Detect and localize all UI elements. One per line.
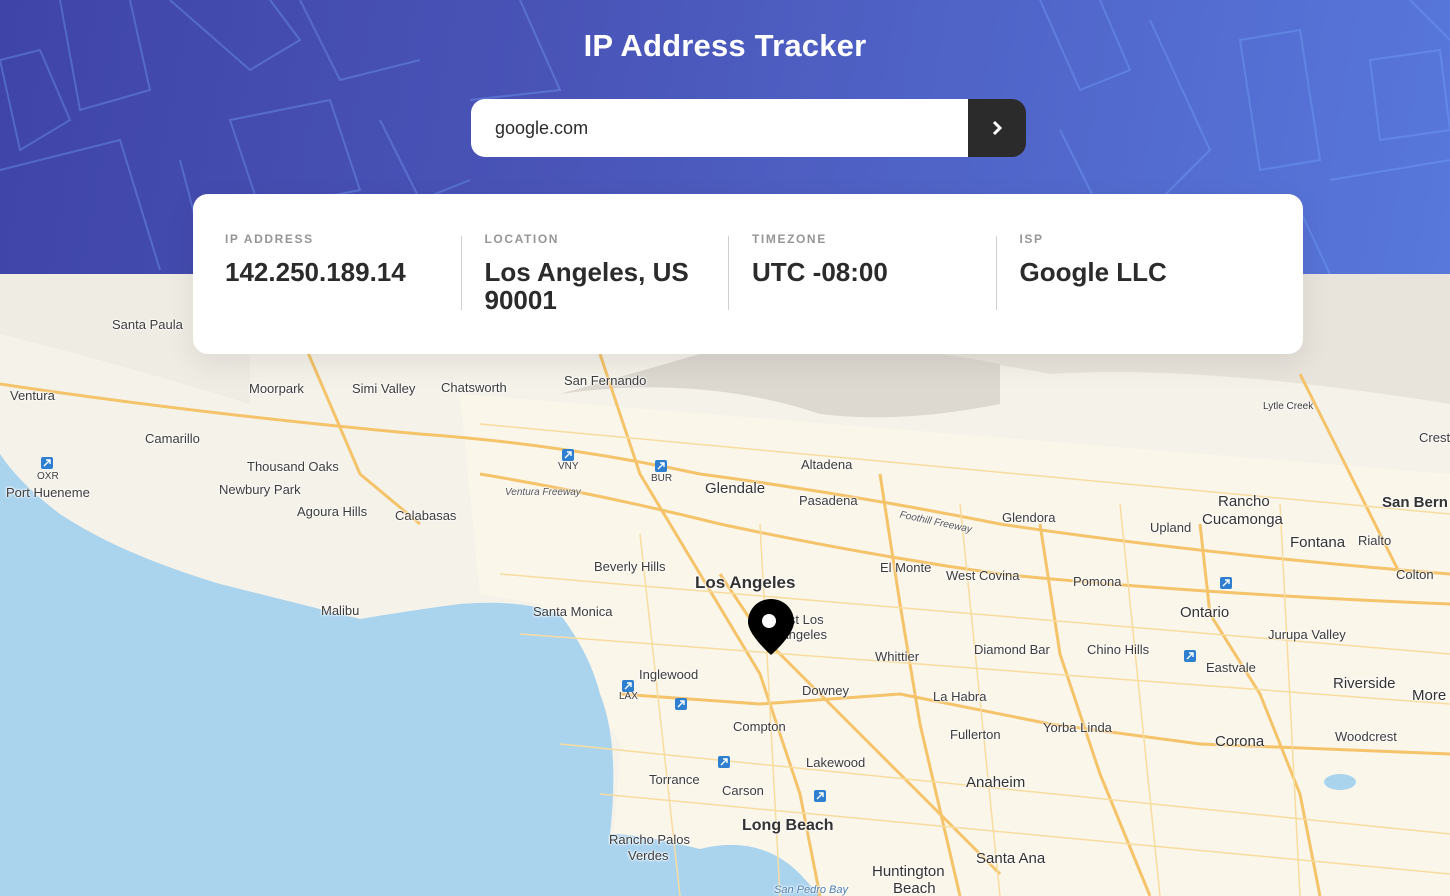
timezone-label: TIMEZONE [752,232,827,246]
map-label: Santa Paula [112,317,183,332]
map-label: Agoura Hills [297,504,368,519]
map-label: Lytle Creek [1263,401,1314,412]
map-label: San Bern [1382,494,1448,511]
map-label: Santa Monica [533,604,613,619]
timezone-section: TIMEZONE UTC -08:00 [728,232,996,354]
map-label: Upland [1150,520,1192,535]
map-label: Corona [1215,733,1265,750]
map-label: Calabasas [395,508,457,523]
page-title: IP Address Tracker [583,28,867,63]
airport-icon [622,680,634,692]
map-label: Altadena [801,457,853,472]
map-label: Downey [802,683,849,698]
search-submit-button[interactable] [968,99,1026,157]
ip-address-value: 142.250.189.14 [225,257,406,287]
map-label: Cucamonga [1202,511,1283,528]
isp-value: Google LLC [1019,257,1167,287]
timezone-value: UTC -08:00 [752,257,888,287]
map-label: Simi Valley [352,381,416,396]
ip-address-label: IP ADDRESS [225,232,314,246]
search-input[interactable] [471,99,968,157]
map-label: Anaheim [966,774,1026,791]
map-label: La Habra [933,689,987,704]
map-label: Colton [1396,567,1434,582]
map-label: Glendora [1002,510,1056,525]
map-label: OXR [37,471,59,482]
map-label: West Covina [946,568,1020,583]
map-label: San Fernando [564,373,647,388]
search-form [471,99,1026,157]
map-label: Riverside [1333,675,1396,692]
map-label: Los Angeles [695,573,796,592]
map-label: VNY [558,461,579,472]
map-label: Rancho Palos [609,832,690,847]
map-label: Malibu [321,603,360,618]
airport-icon [675,698,687,710]
ip-address-section: IP ADDRESS 142.250.189.14 [193,232,461,354]
map-label: Pasadena [799,493,858,508]
map-label: Torrance [649,772,700,787]
map-label: Rialto [1358,533,1392,548]
map-label: Long Beach [742,817,834,834]
map-label: Rancho [1218,493,1270,510]
ip-info-card: IP ADDRESS 142.250.189.14 LOCATION Los A… [193,194,1303,354]
map-label: Lakewood [806,755,866,770]
map-label: Compton [733,719,786,734]
map-label: Carson [722,783,764,798]
map-label: Woodcrest [1335,729,1397,744]
map-label: El Monte [880,560,932,575]
map-label: Inglewood [639,667,699,682]
map-label: Verdes [628,848,669,863]
location-pin-icon[interactable] [748,599,794,655]
map-label: Santa Ana [976,850,1046,867]
location-label: LOCATION [484,232,560,246]
map-label: Fontana [1290,534,1346,551]
map-label: Beach [893,880,936,896]
map-label: Ventura [10,388,55,403]
map-label: Yorba Linda [1043,720,1112,735]
map-label: Diamond Bar [974,642,1050,657]
map-label: Thousand Oaks [247,459,339,474]
map-label: Chatsworth [441,380,507,395]
map-label: Eastvale [1206,660,1256,675]
airport-icon [718,756,730,768]
map-label: Camarillo [145,431,200,446]
airport-icon [655,460,667,472]
map-label: BUR [651,473,673,484]
map-label: Beverly Hills [594,559,666,574]
map-label: Crest [1419,430,1450,445]
location-section: LOCATION Los Angeles, US 90001 [460,232,729,354]
map-label: Glendale [705,480,766,497]
airport-icon [41,457,53,469]
airport-icon [562,449,574,461]
map-label: Jurupa Valley [1268,627,1346,642]
map-label: Chino Hills [1087,642,1150,657]
isp-section: ISP Google LLC [995,232,1264,354]
map-label: Huntington [872,863,945,880]
map-label: Pomona [1073,574,1122,589]
map[interactable]: Santa Paula Ventura Moorpark Simi Valley… [0,274,1450,896]
map-label: Moorpark [249,381,304,396]
airport-icon [1184,650,1196,662]
map-label: San Pedro Bay [774,884,848,896]
map-label: More [1412,687,1447,704]
location-value: Los Angeles, US 90001 [484,257,689,315]
airport-icon [1220,577,1232,589]
map-label: Port Hueneme [6,485,90,500]
map-label: LAX [619,691,638,702]
isp-label: ISP [1019,232,1044,246]
map-label: Whittier [875,649,920,664]
chevron-right-icon [992,120,1003,136]
map-label: Newbury Park [219,482,301,497]
map-label: Ontario [1180,604,1230,621]
map-label: Fullerton [950,727,1001,742]
airport-icon [814,790,826,802]
map-label: Ventura Freeway [505,487,581,498]
